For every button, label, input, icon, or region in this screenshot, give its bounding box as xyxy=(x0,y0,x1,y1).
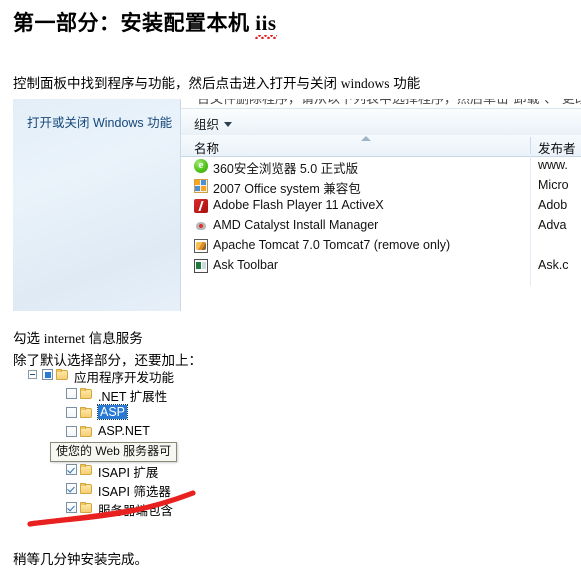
cropped-instruction-text: 台文件删除程序，请从以下列表中选择程序，然后单击"卸载"、"更改"或 xyxy=(181,99,581,107)
command-bar: 组织 xyxy=(181,108,581,136)
table-row[interactable]: Apache Tomcat 7.0 Tomcat7 (remove only) xyxy=(181,236,581,256)
table-row[interactable]: Ask Toolbar Ask.c xyxy=(181,256,581,276)
tree-node-isapi-filters[interactable]: ISAPI 筛选器 xyxy=(28,480,288,499)
programs-list-pane: 台文件删除程序，请从以下列表中选择程序，然后单击"卸载"、"更改"或 组织 名称… xyxy=(181,99,581,315)
folder-icon xyxy=(80,464,93,475)
row-column-divider xyxy=(530,216,531,236)
program-name: 2007 Office system 兼容包 xyxy=(213,182,361,196)
ask-toolbar-icon xyxy=(194,259,208,273)
program-publisher: Ask.c xyxy=(538,258,569,272)
folder-icon xyxy=(80,426,93,437)
folder-icon xyxy=(56,369,69,380)
organize-button[interactable]: 组织 xyxy=(194,114,233,133)
page-title-text: 第一部分：安装配置本机 xyxy=(13,11,256,35)
feature-description-tooltip: 使您的 Web 服务器可 xyxy=(50,442,178,462)
table-row[interactable]: AMD Catalyst Install Manager Adva xyxy=(181,216,581,236)
checkbox-checked[interactable] xyxy=(66,464,77,475)
paragraph-finish: 稍等几分钟安装完成。 xyxy=(13,552,148,567)
checkbox-checked[interactable] xyxy=(66,502,77,513)
apache-tomcat-icon xyxy=(194,239,208,253)
program-name: Adobe Flash Player 11 ActiveX xyxy=(213,198,384,212)
program-name: Apache Tomcat 7.0 Tomcat7 (remove only) xyxy=(213,238,451,252)
row-column-divider xyxy=(530,276,531,286)
browser-360-icon: e xyxy=(194,159,208,173)
program-name: AMD Catalyst Install Manager xyxy=(213,218,379,232)
program-publisher: Adob xyxy=(538,198,568,212)
tree-node-label: .NET 扩展性 xyxy=(98,390,168,404)
folder-icon xyxy=(80,502,93,513)
paragraph-check-iis: 勾选 internet 信息服务 xyxy=(13,327,143,347)
sort-ascending-icon xyxy=(361,136,371,141)
tree-node-isapi-extensions[interactable]: ISAPI 扩展 xyxy=(28,461,288,480)
paragraph-control-panel-part3: 功能 xyxy=(389,76,421,91)
checkbox-partial[interactable] xyxy=(42,369,53,380)
table-row[interactable]: e 360安全浏览器 5.0 正式版 www. xyxy=(181,156,581,176)
tree-node-label: ISAPI 筛选器 xyxy=(98,485,171,499)
tree-node-net-extensibility[interactable]: .NET 扩展性 xyxy=(28,385,288,404)
program-publisher: Adva xyxy=(538,218,567,232)
turn-windows-features-link[interactable]: 打开或关闭 Windows 功能 xyxy=(27,112,172,131)
table-row[interactable]: Adobe Flash Player 11 ActiveX Adob xyxy=(181,196,581,216)
folder-icon xyxy=(80,483,93,494)
row-column-divider xyxy=(530,176,531,196)
paragraph-check-iis-part3: 信息服务 xyxy=(85,331,143,346)
column-divider xyxy=(530,137,531,154)
column-header-name[interactable]: 名称 xyxy=(194,138,219,157)
organize-button-label: 组织 xyxy=(194,118,220,132)
tree-node-root[interactable]: 应用程序开发功能 xyxy=(28,366,288,385)
paragraph-control-panel-windows: windows xyxy=(340,76,390,91)
column-header-publisher[interactable]: 发布者 xyxy=(538,138,576,157)
tree-node-label: 应用程序开发功能 xyxy=(74,371,175,385)
checkbox-unchecked[interactable] xyxy=(66,426,77,437)
control-panel-nav-pane: 打开或关闭 Windows 功能 xyxy=(13,99,181,311)
folder-icon xyxy=(80,388,93,399)
tree-node-asp[interactable]: ASP xyxy=(28,404,288,423)
folder-icon xyxy=(80,407,93,418)
program-publisher: www. xyxy=(538,158,568,172)
tree-node-server-side-includes[interactable]: 服务器端包含 xyxy=(28,499,288,518)
tree-node-label: ASP.NET xyxy=(98,424,150,438)
program-name: 360安全浏览器 5.0 正式版 xyxy=(213,162,359,176)
tree-node-label: ISAPI 扩展 xyxy=(98,466,159,480)
tree-node-aspnet[interactable]: ASP.NET xyxy=(28,423,288,442)
row-column-divider xyxy=(530,256,531,276)
paragraph-check-iis-internet: internet xyxy=(43,331,85,346)
chevron-down-icon xyxy=(224,122,233,127)
page-title-misspelled-word: iis xyxy=(255,11,277,39)
paragraph-check-iis-part1: 勾选 xyxy=(13,331,44,346)
row-column-divider xyxy=(530,236,531,256)
programs-list[interactable]: e 360安全浏览器 5.0 正式版 www. 2007 Office syst… xyxy=(181,156,581,315)
program-name: Ask Toolbar xyxy=(213,258,279,272)
paragraph-control-panel: 控制面板中找到程序与功能，然后点击进入打开与关闭 windows 功能 xyxy=(13,72,420,92)
programs-and-features-screenshot: 打开或关闭 Windows 功能 台文件删除程序，请从以下列表中选择程序，然后单… xyxy=(13,99,581,315)
list-column-header: 名称 发布者 xyxy=(181,135,581,157)
tree-node-label-selected: ASP xyxy=(96,404,129,420)
page-title: 第一部分：安装配置本机 iis xyxy=(13,7,277,39)
row-column-divider xyxy=(530,196,531,216)
tree-node-label: 服务器端包含 xyxy=(98,504,174,518)
adobe-flash-icon xyxy=(194,199,208,213)
table-row-partial[interactable] xyxy=(181,276,581,286)
paragraph-control-panel-part1: 控制面板中找到程序与功能，然后点击进入打开与关闭 xyxy=(13,76,341,91)
office-compat-pack-icon xyxy=(194,179,208,193)
checkbox-unchecked[interactable] xyxy=(66,388,77,399)
checkbox-checked[interactable] xyxy=(66,483,77,494)
collapse-icon[interactable] xyxy=(28,370,37,379)
checkbox-unchecked[interactable] xyxy=(66,407,77,418)
cropped-instruction-text-label: 台文件删除程序，请从以下列表中选择程序，然后单击"卸载"、"更改"或 xyxy=(197,99,581,107)
row-column-divider xyxy=(530,156,531,176)
program-publisher: Micro xyxy=(538,178,569,192)
amd-catalyst-icon xyxy=(194,219,208,233)
table-row[interactable]: 2007 Office system 兼容包 Micro xyxy=(181,176,581,196)
